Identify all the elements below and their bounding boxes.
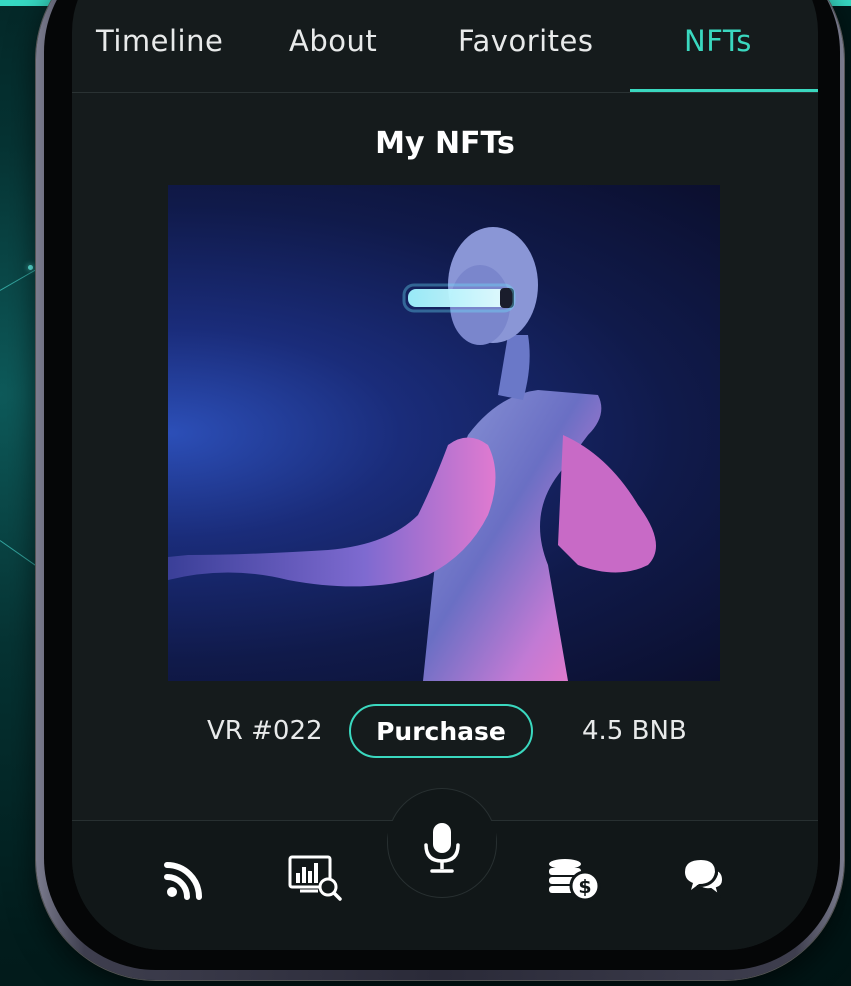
- tab-nfts[interactable]: NFTs: [684, 24, 752, 58]
- phone-screen: Timeline About Favorites NFTs My NFTs VR…: [72, 0, 818, 950]
- purchase-button[interactable]: Purchase: [349, 704, 533, 758]
- background-decor-line: [0, 540, 38, 567]
- analytics-search-icon[interactable]: [287, 852, 343, 902]
- nft-price-label: 4.5 BNB: [582, 716, 687, 746]
- chat-bubbles-icon[interactable]: [682, 856, 726, 900]
- background-decor-dot: [28, 265, 33, 270]
- tab-about[interactable]: About: [289, 24, 377, 58]
- tab-favorites[interactable]: Favorites: [458, 24, 594, 58]
- nft-id-label: VR #022: [207, 716, 323, 746]
- tab-divider: [72, 92, 818, 93]
- section-title: My NFTs: [375, 126, 515, 161]
- microphone-icon[interactable]: [420, 820, 464, 876]
- profile-tabs: Timeline About Favorites NFTs: [72, 0, 818, 96]
- tab-timeline[interactable]: Timeline: [96, 24, 223, 58]
- coins-dollar-icon[interactable]: $: [546, 854, 602, 904]
- rss-feed-icon[interactable]: [162, 858, 206, 902]
- nft-artwork-illustration: [168, 227, 656, 681]
- nft-artwork-image[interactable]: [168, 185, 720, 681]
- svg-text:$: $: [578, 876, 591, 898]
